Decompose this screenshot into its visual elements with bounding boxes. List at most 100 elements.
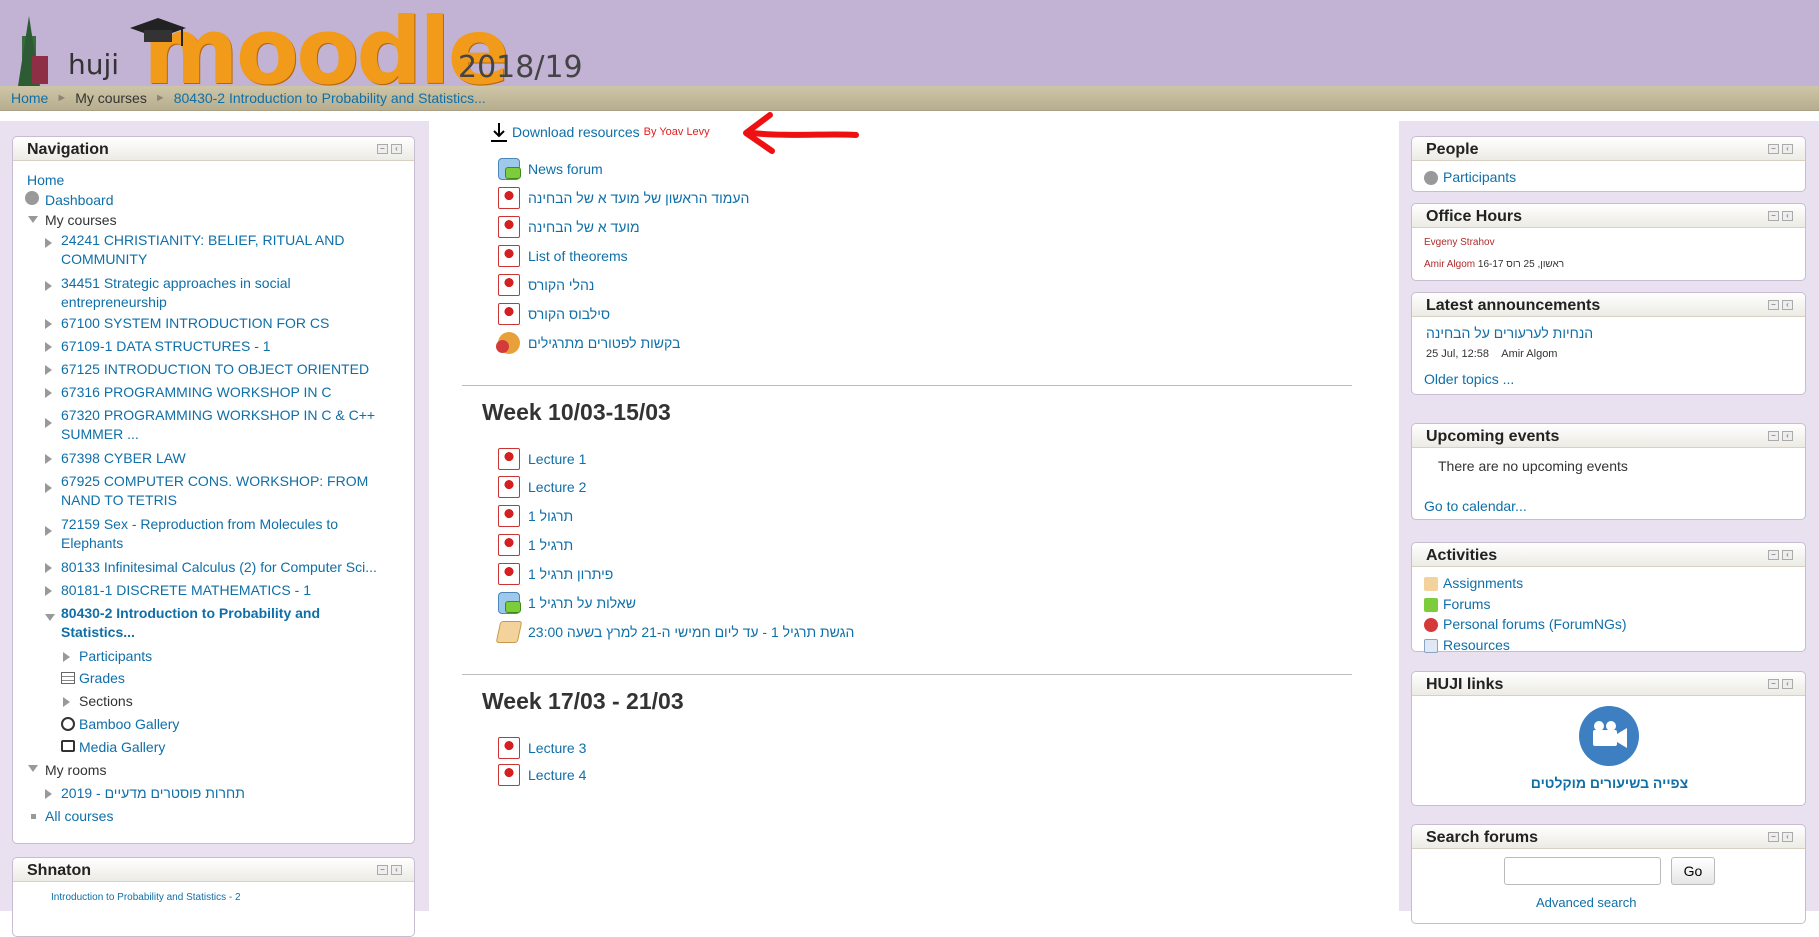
nav-course-34451-line2[interactable]: entrepreneurship — [61, 293, 167, 312]
resource-link[interactable]: העמוד הראשון של מועד א של הבחינה — [528, 190, 749, 206]
resource-link[interactable]: Lecture 4 — [528, 767, 586, 783]
nav-room-item[interactable]: 2019 - תחרות פוסטרים מדעיים — [61, 784, 245, 803]
expand-right-icon[interactable] — [45, 238, 52, 248]
announcement-link[interactable]: הנחיות לערעורים על הבחינה — [1426, 325, 1593, 341]
resource-link[interactable]: Lecture 1 — [528, 451, 586, 467]
nav-sections[interactable]: Sections — [79, 692, 133, 711]
nav-course-67316[interactable]: 67316 PROGRAMMING WORKSHOP IN C — [61, 383, 331, 402]
collapse-icon[interactable]: – — [1768, 679, 1779, 689]
collapse-icon[interactable]: – — [1768, 300, 1779, 310]
nav-course-24241-line2[interactable]: COMMUNITY — [61, 250, 147, 269]
nav-course-67100[interactable]: 67100 SYSTEM INTRODUCTION FOR CS — [61, 314, 329, 333]
search-forums-input[interactable] — [1504, 857, 1661, 885]
dock-icon[interactable]: ‹ — [391, 865, 402, 875]
nav-home[interactable]: Home — [27, 171, 64, 190]
resource-questions-1[interactable]: שאלות על תרגיל 1 — [498, 591, 636, 615]
nav-course-80430[interactable]: 80430-2 Introduction to Probability and — [61, 604, 320, 623]
dock-icon[interactable]: ‹ — [1782, 679, 1793, 689]
resource-news-forum[interactable]: News forum — [498, 157, 603, 181]
video-camera-icon[interactable] — [1577, 704, 1641, 768]
resource-solution-1[interactable]: פיתרון תרגיל 1 — [498, 562, 613, 586]
expand-right-icon[interactable] — [45, 365, 52, 375]
resource-syllabus[interactable]: סילבוס הקורס — [498, 302, 610, 326]
resource-exercise-1[interactable]: תרגיל 1 — [498, 533, 573, 557]
collapse-icon[interactable]: – — [377, 865, 388, 875]
resource-link[interactable]: News forum — [528, 161, 603, 177]
nav-course-34451[interactable]: 34451 Strategic approaches in social — [61, 274, 291, 293]
activity-personal-forums[interactable]: Personal forums (ForumNGs) — [1424, 616, 1627, 633]
nav-course-72159[interactable]: 72159 Sex - Reproduction from Molecules … — [61, 515, 338, 534]
resource-course-rules[interactable]: נהלי הקורס — [498, 273, 594, 297]
resource-link[interactable]: נהלי הקורס — [528, 277, 594, 293]
expand-right-icon[interactable] — [45, 483, 52, 493]
resource-exemptions[interactable]: בקשות לפטורים מתרגילים — [496, 331, 680, 355]
expand-right-icon[interactable] — [45, 281, 52, 291]
resource-link[interactable]: שאלות על תרגיל 1 — [528, 595, 636, 611]
resource-tirgul-1[interactable]: תרגול 1 — [498, 504, 573, 528]
nav-media-gallery[interactable]: Media Gallery — [79, 738, 165, 757]
expand-right-icon[interactable] — [45, 418, 52, 428]
expand-right-icon[interactable] — [45, 319, 52, 329]
expand-right-icon[interactable] — [45, 342, 52, 352]
go-to-calendar-link[interactable]: Go to calendar... — [1424, 498, 1527, 514]
nav-course-67398[interactable]: 67398 CYBER LAW — [61, 449, 186, 468]
resource-exam-first-page[interactable]: העמוד הראשון של מועד א של הבחינה — [498, 186, 749, 210]
nav-participants[interactable]: Participants — [79, 647, 152, 666]
expand-down-icon[interactable] — [28, 216, 38, 223]
nav-course-67109[interactable]: 67109-1 DATA STRUCTURES - 1 — [61, 337, 271, 356]
collapse-icon[interactable]: – — [1768, 431, 1779, 441]
resource-theorems[interactable]: List of theorems — [498, 244, 628, 268]
nav-course-72159-line2[interactable]: Elephants — [61, 534, 123, 553]
expand-right-icon[interactable] — [63, 697, 70, 707]
resource-submission-1[interactable]: הגשת תרגיל 1 - עד ליום חמישי ה-21 למרץ ב… — [495, 620, 854, 644]
dock-icon[interactable]: ‹ — [1782, 550, 1793, 560]
nav-course-67320-line2[interactable]: SUMMER ... — [61, 425, 139, 444]
nav-all-courses[interactable]: All courses — [45, 807, 113, 826]
breadcrumb-course[interactable]: 80430-2 Introduction to Probability and … — [174, 90, 486, 106]
resource-link[interactable]: Lecture 3 — [528, 740, 586, 756]
resource-link[interactable]: Lecture 2 — [528, 479, 586, 495]
resource-link[interactable]: תרגיל 1 — [528, 537, 573, 553]
participants-row[interactable]: Participants — [1424, 169, 1516, 186]
nav-course-67925[interactable]: 67925 COMPUTER CONS. WORKSHOP: FROM — [61, 472, 368, 491]
dock-icon[interactable]: ‹ — [391, 144, 402, 154]
resource-link[interactable]: תרגול 1 — [528, 508, 573, 524]
shnaton-link[interactable]: Introduction to Probability and Statisti… — [51, 892, 241, 903]
activity-resources[interactable]: Resources — [1424, 637, 1510, 654]
expand-right-icon[interactable] — [45, 388, 52, 398]
resource-lecture-4[interactable]: Lecture 4 — [498, 763, 586, 787]
nav-course-80181[interactable]: 80181-1 DISCRETE MATHEMATICS - 1 — [61, 581, 311, 600]
activity-forums[interactable]: Forums — [1424, 596, 1490, 613]
nav-course-80133[interactable]: 80133 Infinitesimal Calculus (2) for Com… — [61, 558, 377, 577]
expand-right-icon[interactable] — [63, 652, 70, 662]
resource-link[interactable]: List of theorems — [528, 248, 628, 264]
advanced-search-link[interactable]: Advanced search — [1536, 895, 1636, 910]
dock-icon[interactable]: ‹ — [1782, 300, 1793, 310]
dock-icon[interactable]: ‹ — [1782, 144, 1793, 154]
resource-link[interactable]: מועד א של הבחינה — [528, 219, 640, 235]
nav-course-67125[interactable]: 67125 INTRODUCTION TO OBJECT ORIENTED — [61, 360, 369, 379]
activity-link[interactable]: Assignments — [1443, 575, 1523, 591]
resource-lecture-2[interactable]: Lecture 2 — [498, 475, 586, 499]
expand-right-icon[interactable] — [45, 563, 52, 573]
dock-icon[interactable]: ‹ — [1782, 431, 1793, 441]
nav-bamboo-gallery[interactable]: Bamboo Gallery — [79, 715, 179, 734]
collapse-icon[interactable]: – — [377, 144, 388, 154]
download-resources-link[interactable]: Download resources — [512, 124, 640, 140]
nav-grades[interactable]: Grades — [79, 669, 125, 688]
resource-link[interactable]: פיתרון תרגיל 1 — [528, 566, 613, 582]
collapse-icon[interactable]: – — [1768, 211, 1779, 221]
expand-down-icon[interactable] — [28, 765, 38, 772]
expand-right-icon[interactable] — [45, 526, 52, 536]
dock-icon[interactable]: ‹ — [1782, 211, 1793, 221]
activity-link[interactable]: Personal forums (ForumNGs) — [1443, 616, 1627, 632]
resource-link[interactable]: הגשת תרגיל 1 - עד ליום חמישי ה-21 למרץ ב… — [528, 624, 854, 640]
activity-link[interactable]: Forums — [1443, 596, 1490, 612]
expand-down-icon[interactable] — [45, 614, 55, 621]
dock-icon[interactable]: ‹ — [1782, 832, 1793, 842]
resource-exam-a[interactable]: מועד א של הבחינה — [498, 215, 640, 239]
collapse-icon[interactable]: – — [1768, 550, 1779, 560]
collapse-icon[interactable]: – — [1768, 832, 1779, 842]
site-logo[interactable]: huji moodle 2018/19 — [8, 0, 608, 105]
nav-dashboard[interactable]: Dashboard — [45, 191, 114, 210]
